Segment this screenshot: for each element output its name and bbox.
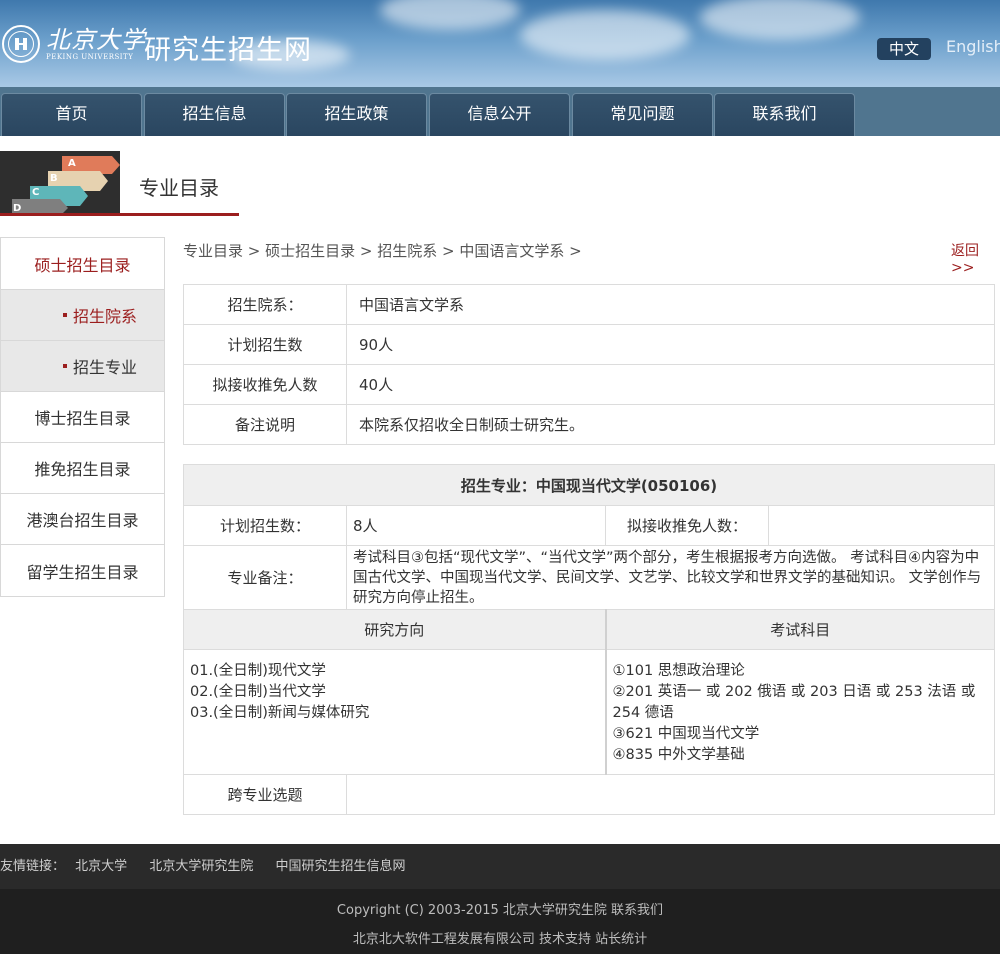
dept-label: 招生院系： <box>183 284 347 325</box>
link-pku-graduate-school[interactable]: 北京大学研究生院 <box>149 859 253 874</box>
major-header: 招生专业：中国现当代文学(050106) <box>183 464 995 506</box>
table-row: 专业备注： 考试科目③包括“现代文学”、“当代文学”两个部分，考生根据报考方向选… <box>183 545 995 610</box>
lang-chinese-button[interactable]: 中文 <box>877 38 931 60</box>
banner-letter-a: A <box>68 158 76 169</box>
link-chsi[interactable]: 中国研究生招生信息网 <box>275 859 405 874</box>
site-header: 北京大学 PEKING UNIVERSITY 研究生招生网 中文 English <box>0 0 1000 87</box>
logo-english-name: PEKING UNIVERSITY <box>46 52 134 61</box>
logo-chinese-name: 北京大学 <box>46 25 146 54</box>
plan-count-label: 计划招生数 <box>183 324 347 365</box>
department-info-table: 招生院系： 中国语言文学系 计划招生数 90人 拟接收推免人数 40人 备注说明… <box>183 284 995 445</box>
banner-letter-c: C <box>32 187 39 198</box>
major-plan-label: 计划招生数： <box>183 505 347 546</box>
sidebar: 硕士招生目录 招生院系 招生专业 博士招生目录 推免招生目录 港澳台招生目录 留… <box>0 237 165 597</box>
nav-contact[interactable]: 联系我们 <box>714 93 855 136</box>
list-item: ①101 思想政治理论 <box>612 663 745 679</box>
friendly-links: 友情链接： 北京大学 北京大学研究生院 中国研究生招生信息网 <box>0 844 1000 889</box>
copyright-text: Copyright (C) 2003-2015 北京大学研究生院 联系我们 <box>336 903 664 918</box>
major-info-table: 招生专业：中国现当代文学(050106) 计划招生数： 8人 拟接收推免人数： … <box>183 464 995 815</box>
nav-faq[interactable]: 常见问题 <box>572 93 713 136</box>
table-row: 招生院系： 中国语言文学系 <box>183 284 995 325</box>
bullet-icon <box>63 364 67 368</box>
major-exempt-value <box>768 505 995 546</box>
sidebar-item-exempt-catalog[interactable]: 推免招生目录 <box>1 443 164 494</box>
cloud-decoration <box>700 0 860 40</box>
list-item: ②201 英语一 或 202 俄语 或 203 日语 或 253 法语 或 25… <box>612 684 976 721</box>
site-title: 研究生招生网 <box>144 35 312 66</box>
remarks-value: 本院系仅招收全日制硕士研究生。 <box>346 404 995 445</box>
cloud-decoration <box>380 0 520 30</box>
nav-info-disclosure[interactable]: 信息公开 <box>429 93 570 136</box>
direction-header: 研究方向 <box>183 609 606 650</box>
exam-header: 考试科目 <box>604 609 995 650</box>
dept-value: 中国语言文学系 <box>346 284 995 325</box>
breadcrumb[interactable]: 专业目录 > 硕士招生目录 > 招生院系 > 中国语言文学系 > <box>183 240 582 261</box>
nav-home[interactable]: 首页 <box>1 93 142 136</box>
links-label: 友情链接： <box>0 859 66 874</box>
bullet-icon <box>63 313 67 317</box>
list-item: ④835 中外文学基础 <box>612 747 745 763</box>
major-plan-value: 8人 <box>346 505 606 546</box>
table-row: 计划招生数 90人 <box>183 324 995 365</box>
sidebar-item-majors[interactable]: 招生专业 <box>1 341 164 392</box>
banner-image: A B C D <box>0 151 120 216</box>
lang-english-link[interactable]: English <box>946 37 1000 56</box>
sidebar-item-hk-macao-taiwan-catalog[interactable]: 港澳台招生目录 <box>1 494 164 545</box>
page-title: 专业目录 <box>139 176 219 200</box>
sidebar-item-master-catalog[interactable]: 硕士招生目录 <box>1 238 164 290</box>
remarks-label: 备注说明 <box>183 404 347 445</box>
exempt-count-value: 40人 <box>346 364 995 405</box>
cross-major-label: 跨专业选题 <box>183 774 347 815</box>
pku-seal-icon <box>2 25 40 63</box>
site-footer: Copyright (C) 2003-2015 北京大学研究生院 联系我们 北京… <box>0 889 1000 954</box>
list-item: 02.(全日制)当代文学 <box>190 684 326 700</box>
back-link[interactable]: 返回>> <box>951 240 1000 276</box>
table-row: 跨专业选题 <box>183 774 995 815</box>
sidebar-item-international-catalog[interactable]: 留学生招生目录 <box>1 545 164 596</box>
banner-letter-b: B <box>50 173 58 184</box>
list-item: ③621 中国现当代文学 <box>612 726 760 742</box>
exempt-count-label: 拟接收推免人数 <box>183 364 347 405</box>
major-note-value: 考试科目③包括“现代文学”、“当代文学”两个部分，考生根据报考方向选做。 考试科… <box>346 545 995 610</box>
plan-count-value: 90人 <box>346 324 995 365</box>
sidebar-item-departments[interactable]: 招生院系 <box>1 290 164 341</box>
main-nav: 首页 招生信息 招生政策 信息公开 常见问题 联系我们 <box>0 87 1000 136</box>
table-row: 计划招生数： 8人 拟接收推免人数： <box>183 505 995 546</box>
support-text: 北京北大软件工程发展有限公司 技术支持 站长统计 <box>352 932 648 947</box>
list-item: 03.(全日制)新闻与媒体研究 <box>190 705 370 721</box>
direction-list: 01.(全日制)现代文学 02.(全日制)当代文学 03.(全日制)新闻与媒体研… <box>183 649 606 775</box>
sidebar-item-doctoral-catalog[interactable]: 博士招生目录 <box>1 392 164 443</box>
title-underline <box>0 213 239 216</box>
table-row: 备注说明 本院系仅招收全日制硕士研究生。 <box>183 404 995 445</box>
exam-list: ①101 思想政治理论 ②201 英语一 或 202 俄语 或 203 日语 或… <box>604 649 995 775</box>
nav-admission-info[interactable]: 招生信息 <box>144 93 285 136</box>
cross-major-value <box>346 774 995 815</box>
major-exempt-label: 拟接收推免人数： <box>605 505 769 546</box>
pku-logo[interactable]: 北京大学 PEKING UNIVERSITY <box>2 24 146 64</box>
list-item: 01.(全日制)现代文学 <box>190 663 326 679</box>
nav-admission-policy[interactable]: 招生政策 <box>286 93 427 136</box>
cloud-decoration <box>520 10 690 60</box>
major-note-label: 专业备注： <box>183 545 347 610</box>
table-row: 拟接收推免人数 40人 <box>183 364 995 405</box>
link-pku[interactable]: 北京大学 <box>75 859 127 874</box>
